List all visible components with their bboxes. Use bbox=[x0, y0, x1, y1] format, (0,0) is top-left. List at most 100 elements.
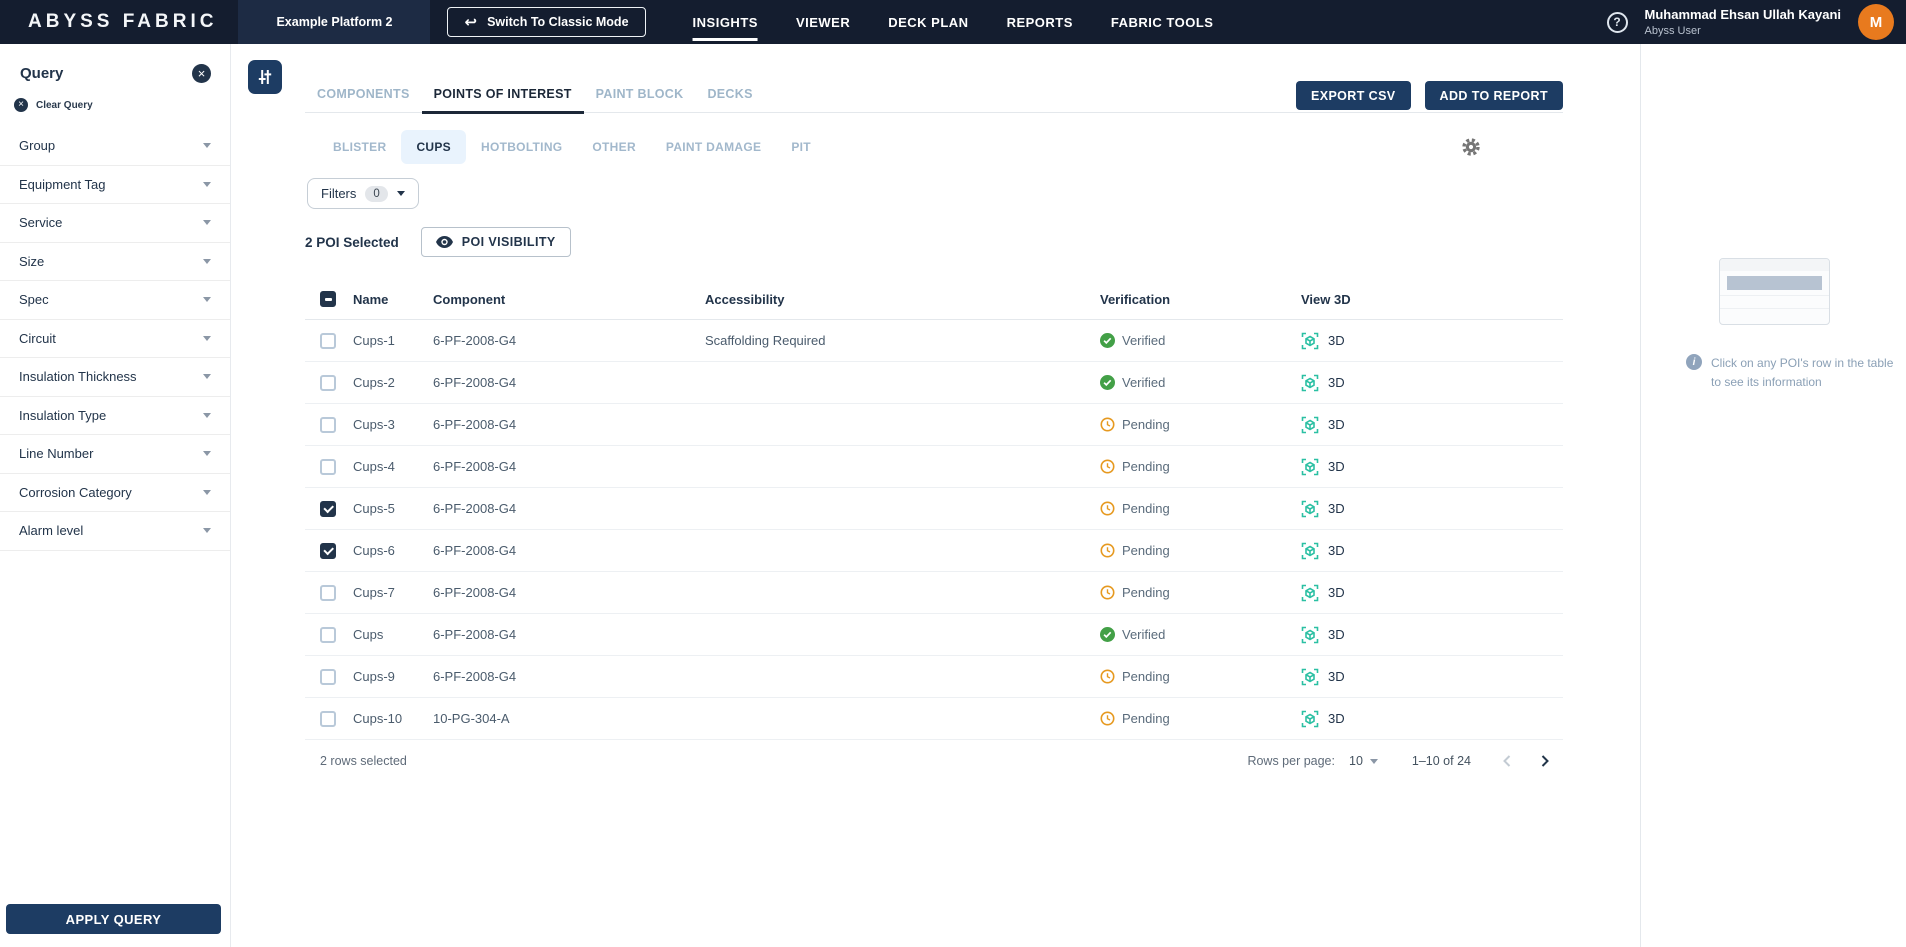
query-filter-accordion[interactable]: Insulation Thickness bbox=[0, 358, 230, 397]
subtab[interactable]: PAINT DAMAGE bbox=[651, 130, 776, 164]
chevron-down-icon bbox=[203, 451, 211, 457]
view-3d-icon[interactable] bbox=[1301, 332, 1319, 350]
tab[interactable]: POINTS OF INTEREST bbox=[421, 75, 584, 114]
next-page-icon[interactable] bbox=[1535, 751, 1555, 771]
help-icon[interactable]: ? bbox=[1606, 11, 1628, 33]
verification-status: Pending bbox=[1122, 501, 1170, 516]
nav-item[interactable]: DECK PLAN bbox=[888, 0, 968, 44]
query-filter-accordion[interactable]: Size bbox=[0, 243, 230, 281]
previous-page-icon[interactable] bbox=[1497, 751, 1517, 771]
subtab-label: HOTBOLTING bbox=[480, 140, 563, 154]
row-checkbox[interactable] bbox=[320, 374, 336, 391]
subtab[interactable]: OTHER bbox=[577, 130, 651, 164]
view-3d-label[interactable]: 3D bbox=[1328, 711, 1345, 726]
row-checkbox[interactable] bbox=[320, 584, 336, 601]
platform-selector[interactable]: Example Platform 2 bbox=[238, 0, 431, 44]
user-menu[interactable]: Muhammad Ehsan Ullah Kayani Abyss User bbox=[1645, 7, 1842, 37]
query-filter-accordion[interactable]: Corrosion Category bbox=[0, 474, 230, 512]
subtab[interactable]: PIT bbox=[776, 130, 826, 164]
nav-item[interactable]: FABRIC TOOLS bbox=[1111, 0, 1214, 44]
add-to-report-button[interactable]: ADD TO REPORT bbox=[1424, 81, 1563, 110]
column-header-verification: Verification bbox=[1100, 291, 1171, 307]
view-3d-label[interactable]: 3D bbox=[1328, 585, 1345, 600]
close-query-panel-icon[interactable]: × bbox=[192, 64, 211, 83]
tab-label: PAINT BLOCK bbox=[595, 86, 684, 101]
info-icon: i bbox=[1686, 354, 1702, 370]
clear-query-label: Clear Query bbox=[36, 99, 93, 111]
table-row[interactable]: Cups-6 6-PF-2008-G4 Pending 3D bbox=[305, 530, 1563, 572]
poi-visibility-button[interactable]: POI VISIBILITY bbox=[420, 227, 571, 257]
view-3d-icon[interactable] bbox=[1301, 458, 1319, 476]
select-all-checkbox[interactable] bbox=[320, 291, 336, 307]
row-checkbox[interactable] bbox=[320, 416, 336, 433]
view-3d-label[interactable]: 3D bbox=[1328, 669, 1345, 684]
nav-item[interactable]: VIEWER bbox=[796, 0, 850, 44]
view-3d-icon[interactable] bbox=[1301, 416, 1319, 434]
view-3d-label[interactable]: 3D bbox=[1328, 375, 1345, 390]
row-checkbox[interactable] bbox=[320, 710, 336, 727]
view-3d-icon[interactable] bbox=[1301, 500, 1319, 518]
subtab[interactable]: HOTBOLTING bbox=[466, 130, 577, 164]
tab-label: POINTS OF INTEREST bbox=[433, 86, 572, 101]
table-row[interactable]: Cups-1 6-PF-2008-G4 Scaffolding Required bbox=[305, 320, 1563, 362]
view-3d-icon[interactable] bbox=[1301, 668, 1319, 686]
tab[interactable]: DECKS bbox=[695, 75, 764, 113]
poi-detail-panel: i Click on any POI's row in the table to… bbox=[1640, 44, 1906, 947]
export-csv-button[interactable]: EXPORT CSV bbox=[1295, 81, 1411, 110]
tune-filter-toggle-button[interactable] bbox=[248, 60, 282, 94]
query-filter-accordion[interactable]: Line Number bbox=[0, 435, 230, 474]
table-row[interactable]: Cups 6-PF-2008-G4 Verified 3D bbox=[305, 614, 1563, 656]
settings-gear-icon[interactable] bbox=[1461, 137, 1481, 157]
chevron-down-icon bbox=[203, 220, 211, 226]
view-3d-label[interactable]: 3D bbox=[1328, 333, 1345, 348]
table-row[interactable]: Cups-9 6-PF-2008-G4 Pending 3D bbox=[305, 656, 1563, 698]
row-checkbox[interactable] bbox=[320, 626, 336, 643]
rows-per-page-select[interactable]: 10 bbox=[1349, 754, 1378, 768]
tab[interactable]: PAINT BLOCK bbox=[584, 75, 696, 113]
verified-icon bbox=[1100, 375, 1115, 390]
row-checkbox[interactable] bbox=[320, 458, 336, 475]
table-row[interactable]: Cups-5 6-PF-2008-G4 Pending 3D bbox=[305, 488, 1563, 530]
query-filter-accordion[interactable]: Circuit bbox=[0, 320, 230, 358]
filters-dropdown-button[interactable]: Filters 0 bbox=[307, 178, 419, 209]
table-row[interactable]: Cups-10 10-PG-304-A Pending 3D bbox=[305, 698, 1563, 740]
nav-item[interactable]: INSIGHTS bbox=[692, 0, 759, 44]
view-3d-label[interactable]: 3D bbox=[1328, 417, 1345, 432]
row-checkbox[interactable] bbox=[320, 332, 336, 349]
view-3d-label[interactable]: 3D bbox=[1328, 459, 1345, 474]
nav-item[interactable]: REPORTS bbox=[1007, 0, 1073, 44]
query-filter-accordion[interactable]: Group bbox=[0, 127, 230, 166]
table-row[interactable]: Cups-4 6-PF-2008-G4 Pending 3D bbox=[305, 446, 1563, 488]
row-checkbox[interactable] bbox=[320, 500, 336, 517]
view-3d-label[interactable]: 3D bbox=[1328, 501, 1345, 516]
row-checkbox[interactable] bbox=[320, 668, 336, 685]
nav-item-label: FABRIC TOOLS bbox=[1110, 14, 1214, 30]
switch-classic-button[interactable]: ↩ Switch To Classic Mode bbox=[447, 7, 646, 37]
view-3d-icon[interactable] bbox=[1301, 374, 1319, 392]
query-filter-accordion[interactable]: Insulation Type bbox=[0, 397, 230, 435]
app-logo: ABYSS FABRIC bbox=[28, 11, 218, 32]
tab[interactable]: COMPONENTS bbox=[305, 75, 422, 113]
query-filter-accordion[interactable]: Spec bbox=[0, 281, 230, 320]
query-filter-accordion[interactable]: Equipment Tag bbox=[0, 166, 230, 204]
avatar[interactable]: M bbox=[1858, 4, 1894, 40]
verification-status: Verified bbox=[1122, 627, 1166, 642]
view-3d-label[interactable]: 3D bbox=[1328, 543, 1345, 558]
view-3d-icon[interactable] bbox=[1301, 626, 1319, 644]
tune-icon bbox=[258, 70, 272, 84]
apply-query-button[interactable]: APPLY QUERY bbox=[6, 904, 221, 934]
subtab[interactable]: BLISTER bbox=[318, 130, 401, 164]
view-3d-label[interactable]: 3D bbox=[1328, 627, 1345, 642]
row-checkbox[interactable] bbox=[320, 542, 336, 559]
table-row[interactable]: Cups-2 6-PF-2008-G4 Verified 3D bbox=[305, 362, 1563, 404]
subtab[interactable]: CUPS bbox=[401, 130, 466, 164]
view-3d-icon[interactable] bbox=[1301, 542, 1319, 560]
primary-nav: INSIGHTS VIEWER DECK PLAN REPORTS FABRIC… bbox=[692, 0, 1214, 44]
query-filter-accordion[interactable]: Alarm level bbox=[0, 512, 230, 551]
view-3d-icon[interactable] bbox=[1301, 710, 1319, 728]
view-3d-icon[interactable] bbox=[1301, 584, 1319, 602]
table-row[interactable]: Cups-3 6-PF-2008-G4 Pending 3D bbox=[305, 404, 1563, 446]
clear-query-button[interactable]: × Clear Query bbox=[14, 98, 93, 112]
query-filter-accordion[interactable]: Service bbox=[0, 204, 230, 243]
table-row[interactable]: Cups-7 6-PF-2008-G4 Pending 3D bbox=[305, 572, 1563, 614]
